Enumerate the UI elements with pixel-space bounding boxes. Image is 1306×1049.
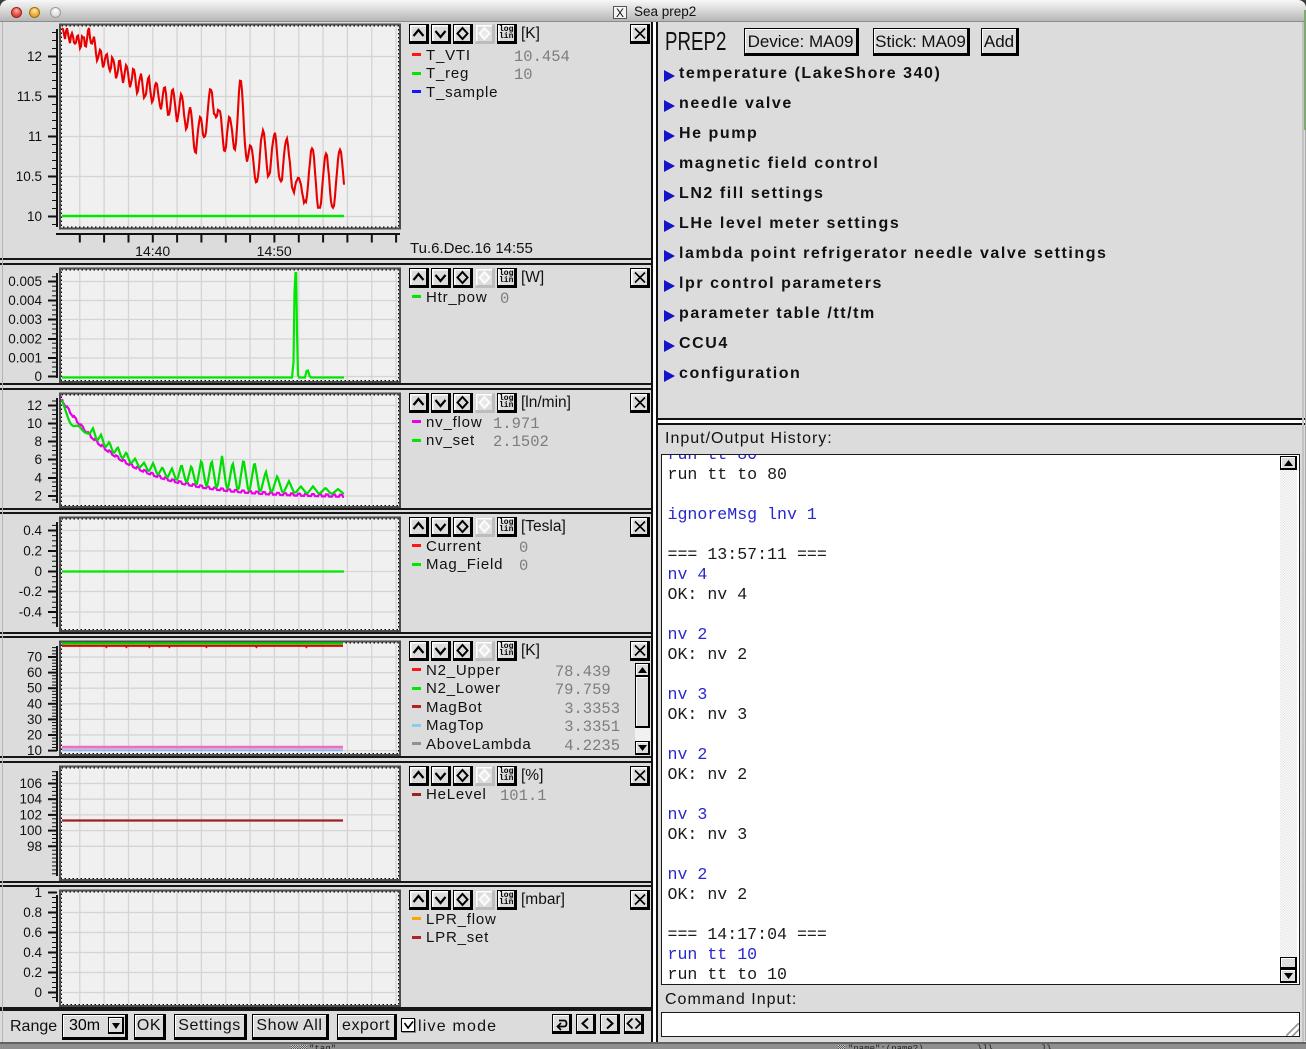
svg-text:12: 12 (27, 49, 42, 64)
svg-text:10: 10 (27, 209, 42, 224)
svg-text:4: 4 (34, 471, 42, 486)
svg-text:14:40: 14:40 (135, 243, 170, 259)
svg-text:106: 106 (19, 776, 42, 791)
svg-text:20: 20 (27, 728, 42, 743)
svg-text:12: 12 (27, 398, 42, 413)
svg-text:-0.4: -0.4 (19, 605, 43, 620)
svg-text:-0.2: -0.2 (19, 584, 42, 599)
svg-text:11.5: 11.5 (17, 89, 42, 104)
svg-text:98: 98 (27, 838, 42, 853)
svg-text:0.4: 0.4 (23, 945, 42, 960)
svg-text:50: 50 (27, 681, 42, 696)
svg-text:0.001: 0.001 (8, 351, 42, 366)
svg-text:0.6: 0.6 (23, 925, 42, 940)
svg-text:0.004: 0.004 (8, 293, 42, 308)
svg-text:0.2: 0.2 (23, 544, 42, 559)
svg-text:14:50: 14:50 (257, 243, 292, 259)
svg-text:60: 60 (27, 665, 42, 680)
svg-text:30: 30 (27, 712, 42, 727)
svg-text:8: 8 (34, 434, 42, 449)
svg-text:2: 2 (34, 489, 42, 504)
svg-text:0.005: 0.005 (8, 274, 42, 289)
svg-text:0.002: 0.002 (8, 332, 42, 347)
svg-text:0.8: 0.8 (23, 905, 42, 920)
svg-text:0.2: 0.2 (23, 965, 42, 980)
svg-text:0.4: 0.4 (23, 523, 42, 538)
svg-text:102: 102 (19, 807, 42, 822)
svg-text:6: 6 (34, 452, 42, 467)
svg-text:0: 0 (34, 369, 42, 384)
svg-text:11: 11 (28, 129, 42, 144)
svg-text:70: 70 (27, 650, 42, 665)
svg-text:10.5: 10.5 (16, 169, 42, 184)
svg-text:1: 1 (34, 887, 42, 900)
svg-text:10: 10 (27, 743, 42, 758)
svg-text:0: 0 (34, 564, 42, 579)
svg-text:10: 10 (27, 416, 42, 431)
svg-text:100: 100 (19, 823, 42, 838)
svg-text:104: 104 (19, 791, 42, 806)
svg-text:40: 40 (27, 696, 42, 711)
svg-text:0.003: 0.003 (8, 312, 42, 327)
svg-text:0: 0 (34, 985, 42, 1000)
